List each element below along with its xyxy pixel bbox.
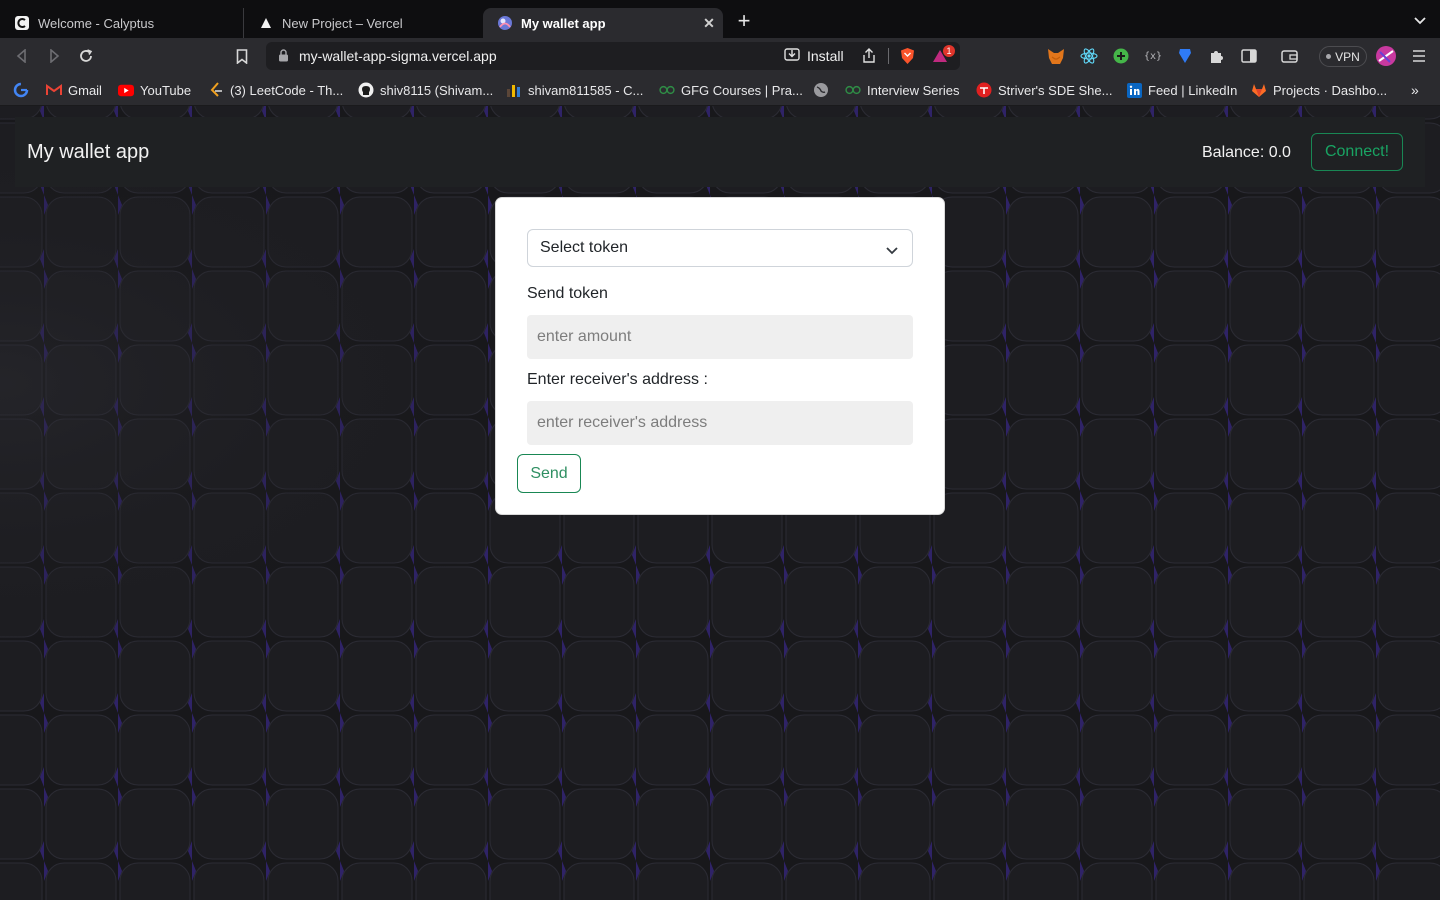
- bookmark-github[interactable]: shiv8115 (Shivam...: [358, 81, 493, 99]
- linkedin-icon: [1126, 82, 1142, 98]
- tab-title: My wallet app: [521, 15, 606, 31]
- green-plus-extension-icon[interactable]: [1112, 47, 1130, 65]
- tab-calyptus[interactable]: Welcome - Calyptus: [0, 8, 242, 38]
- token-select[interactable]: Select token: [527, 229, 913, 267]
- bookmark-label: Interview Series: [867, 82, 960, 98]
- bookmark-striver-sde[interactable]: Striver's SDE She...: [976, 81, 1112, 99]
- leetcode-icon: [208, 82, 224, 98]
- gfg-icon: [659, 82, 675, 98]
- bookmark-gitlab[interactable]: Projects · Dashbo...: [1251, 81, 1387, 99]
- bookmark-icon[interactable]: [232, 46, 252, 66]
- bookmark-gfg-courses[interactable]: GFG Courses | Pra...: [659, 81, 803, 99]
- receiver-address-input[interactable]: enter receiver's address: [527, 401, 913, 445]
- divider: [888, 48, 889, 64]
- token-select-value: Select token: [540, 239, 629, 256]
- brave-shields-icon[interactable]: [899, 47, 916, 70]
- send-token-card: Select token Send token enter amount Ent…: [495, 197, 945, 515]
- more-bookmarks-chevron-icon[interactable]: »: [1411, 81, 1419, 99]
- install-button[interactable]: Install: [784, 47, 844, 65]
- bookmark-label: shivam811585 - C...: [528, 82, 644, 98]
- bookmark-leetcode[interactable]: (3) LeetCode - Th...: [208, 81, 343, 99]
- bookmark-label: Gmail: [68, 82, 102, 98]
- back-icon[interactable]: [12, 46, 32, 66]
- google-icon: [13, 82, 29, 98]
- tab-title: Welcome - Calyptus: [38, 15, 155, 31]
- gfg-icon: [845, 82, 861, 98]
- url-text: my-wallet-app-sigma.vercel.app: [299, 48, 497, 64]
- sidebar-toggle-icon[interactable]: [1240, 47, 1258, 65]
- extensions-puzzle-icon[interactable]: [1208, 47, 1226, 65]
- browser-toolbar: my-wallet-app-sigma.vercel.app Install 1…: [0, 38, 1440, 74]
- balance-text: Balance: 0.0: [1202, 144, 1291, 161]
- send-token-label: Send token: [527, 285, 608, 302]
- bookmark-youtube[interactable]: YouTube: [118, 81, 191, 99]
- lock-icon: [278, 49, 289, 67]
- bookmarks-bar: Gmail YouTube (3) LeetCode - Th... shiv8…: [0, 74, 1440, 106]
- install-label: Install: [807, 48, 844, 64]
- vercel-triangle-icon: [258, 15, 274, 31]
- metamask-icon[interactable]: [1047, 47, 1065, 65]
- install-icon: [784, 47, 800, 65]
- forward-icon[interactable]: [44, 46, 64, 66]
- send-button[interactable]: Send: [517, 454, 581, 493]
- chevron-down-icon: [885, 243, 899, 255]
- globe-icon: [813, 82, 829, 98]
- share-icon[interactable]: [862, 48, 876, 69]
- page-viewport: My wallet app Balance: 0.0 Connect! Sele…: [0, 106, 1440, 900]
- wallet-app-icon: [497, 15, 513, 31]
- react-devtools-icon[interactable]: [1080, 47, 1098, 65]
- tab-my-wallet-app[interactable]: My wallet app ✕: [483, 8, 723, 38]
- blue-gem-extension-icon[interactable]: [1176, 47, 1194, 65]
- close-tab-icon[interactable]: ✕: [701, 15, 717, 31]
- address-placeholder: enter receiver's address: [537, 414, 708, 431]
- bookmark-linkedin[interactable]: Feed | LinkedIn: [1126, 81, 1237, 99]
- connect-wallet-button[interactable]: Connect!: [1311, 133, 1403, 171]
- app-navbar: My wallet app Balance: 0.0 Connect!: [15, 117, 1425, 187]
- receiver-address-label: Enter receiver's address :: [527, 371, 708, 388]
- address-bar[interactable]: my-wallet-app-sigma.vercel.app Install 1: [266, 42, 960, 70]
- calyptus-icon: [14, 15, 30, 31]
- bookmark-label: (3) LeetCode - Th...: [230, 82, 344, 98]
- json-formatter-icon[interactable]: {x}: [1144, 47, 1162, 65]
- tab-strip: Welcome - Calyptus New Project – Vercel …: [0, 0, 1440, 38]
- codechef-icon: [506, 82, 522, 98]
- vpn-label: VPN: [1335, 49, 1360, 64]
- github-icon: [358, 82, 374, 98]
- wallet-icon[interactable]: [1280, 47, 1298, 65]
- bookmark-interview-series[interactable]: Interview Series: [845, 81, 959, 99]
- vpn-status-dot: [1326, 54, 1332, 59]
- tab-search-chevron-icon[interactable]: [1412, 12, 1428, 28]
- reload-icon[interactable]: [76, 46, 96, 66]
- bookmark-label: Projects · Dashbo...: [1273, 82, 1388, 98]
- tab-vercel[interactable]: New Project – Vercel: [243, 8, 481, 38]
- new-tab-icon[interactable]: +: [733, 10, 755, 32]
- app-title: My wallet app: [27, 141, 150, 163]
- amount-placeholder: enter amount: [537, 328, 632, 345]
- bookmark-label: shiv8115 (Shivam...: [380, 82, 494, 98]
- tab-title: New Project – Vercel: [282, 15, 403, 31]
- bookmark-gmail[interactable]: Gmail: [46, 81, 102, 99]
- gmail-icon: [46, 82, 62, 98]
- youtube-icon: [118, 82, 134, 98]
- profile-avatar[interactable]: [1376, 46, 1396, 66]
- gitlab-icon: [1251, 82, 1267, 98]
- vpn-button[interactable]: VPN: [1319, 46, 1367, 67]
- menu-icon[interactable]: [1410, 47, 1428, 65]
- bookmark-codechef[interactable]: shivam811585 - C...: [506, 81, 643, 99]
- amount-input[interactable]: enter amount: [527, 315, 913, 359]
- bookmark-label: Feed | LinkedIn: [1148, 82, 1238, 98]
- bookmark-label: GFG Courses | Pra...: [681, 82, 803, 98]
- rewards-badge: 1: [943, 45, 955, 57]
- bookmark-globe[interactable]: [813, 81, 829, 99]
- tuf-icon: [976, 82, 992, 98]
- bookmark-label: YouTube: [140, 82, 192, 98]
- bookmark-google[interactable]: [13, 81, 29, 99]
- bookmark-label: Striver's SDE She...: [998, 82, 1113, 98]
